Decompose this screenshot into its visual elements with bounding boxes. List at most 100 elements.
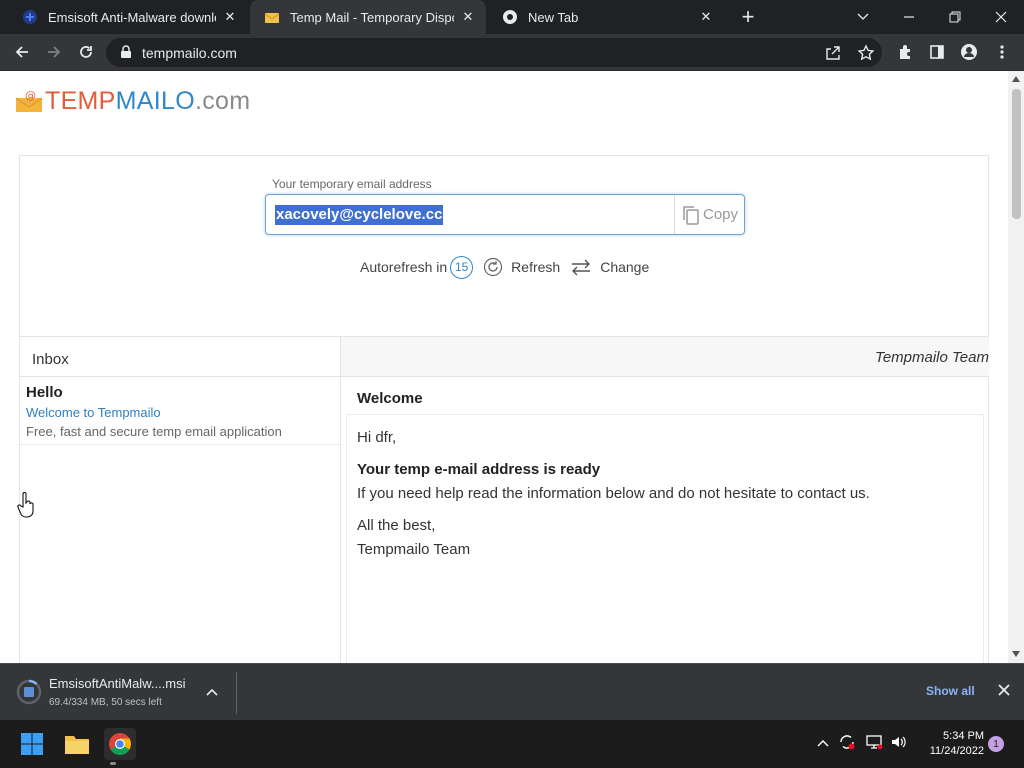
chrome-icon: [502, 9, 518, 25]
copy-icon: [683, 205, 699, 225]
close-icon: [995, 11, 1007, 23]
refresh-icon[interactable]: [483, 257, 503, 277]
chrome-icon: [109, 733, 131, 755]
logo-text-mailo: MAILO: [115, 87, 195, 115]
web-page: @ TEMP MAILO .com Your temporary email add…: [0, 71, 1008, 663]
start-button[interactable]: [16, 728, 48, 760]
windows-taskbar: 5:34 PM 11/24/2022: [0, 720, 1024, 768]
menu-button[interactable]: [988, 38, 1016, 66]
lock-icon[interactable]: [120, 45, 132, 64]
chevron-down-icon: [857, 13, 869, 20]
sender-name: Tempmailo Team: [875, 349, 989, 366]
sync-icon[interactable]: [838, 733, 856, 756]
share-icon[interactable]: [824, 44, 842, 62]
minimize-button[interactable]: [886, 0, 932, 34]
download-progress-icon: [16, 679, 42, 710]
scroll-up-icon[interactable]: [1012, 76, 1020, 82]
tab-title: New Tab: [528, 9, 579, 25]
copy-label: Copy: [702, 206, 739, 223]
chrome-taskbar-button[interactable]: [104, 728, 136, 760]
tempmailo-icon: [264, 9, 280, 25]
close-tab-icon[interactable]: ✕: [222, 9, 238, 25]
profile-button[interactable]: [955, 38, 983, 66]
divider: [236, 672, 237, 714]
puzzle-icon: [900, 45, 910, 59]
folder-icon: [65, 736, 89, 754]
message-from: Hello: [26, 384, 63, 401]
minimize-icon: [904, 16, 914, 18]
restore-icon: [949, 11, 961, 23]
message-subject: Welcome to Tempmailo: [26, 405, 161, 420]
address-bar[interactable]: tempmailo.com: [106, 38, 882, 67]
side-panel-button[interactable]: [923, 38, 951, 66]
message-preview: Free, fast and secure temp email applica…: [26, 424, 282, 439]
selected-address-text: xacovely@cyclelove.cc: [275, 205, 444, 225]
volume-icon[interactable]: [890, 733, 908, 756]
emsisoft-icon: [22, 9, 38, 25]
mailbox-card: Your temporary email address xacovely@cy…: [19, 155, 989, 663]
inbox-header: Inbox: [20, 336, 340, 377]
extensions-button[interactable]: [892, 38, 920, 66]
arrow-right-icon: [48, 46, 61, 58]
url-text: tempmailo.com: [142, 45, 237, 61]
scroll-down-icon[interactable]: [1012, 651, 1020, 657]
avatar-icon: [961, 44, 977, 60]
message-body: Hi dfr, Your temp e-mail address is read…: [346, 414, 984, 663]
column-divider: [340, 377, 341, 663]
copy-button[interactable]: Copy: [674, 195, 745, 234]
page-scrollbar[interactable]: [1008, 71, 1024, 663]
site-logo[interactable]: @ TEMP MAILO .com: [16, 87, 250, 116]
logo-text-com: .com: [194, 87, 251, 115]
address-label: Your temporary email address: [272, 177, 432, 191]
logo-text-temp: TEMP: [45, 87, 116, 115]
tab-tempmail[interactable]: Temp Mail - Temporary Disposable ✕: [250, 0, 486, 34]
autorefresh-label: Autorefresh in: [360, 259, 448, 275]
reload-icon: [80, 46, 92, 58]
tab-new-tab[interactable]: New Tab ✕: [488, 0, 724, 34]
kebab-menu-icon: [1000, 45, 1004, 59]
show-all-button[interactable]: Show all: [926, 684, 975, 698]
autorefresh-counter: 15: [450, 255, 474, 279]
forward-button[interactable]: [40, 38, 68, 66]
message-line: If you need help read the information be…: [357, 485, 870, 502]
scrollbar-thumb[interactable]: [1012, 89, 1021, 219]
close-tab-icon[interactable]: ✕: [460, 9, 476, 25]
swap-icon[interactable]: [570, 258, 592, 276]
clock-time: 5:34 PM: [943, 730, 984, 742]
restore-button[interactable]: [932, 0, 978, 34]
bookmark-star-icon[interactable]: [857, 44, 875, 62]
close-window-button[interactable]: [978, 0, 1024, 34]
change-button[interactable]: Change: [600, 259, 649, 275]
download-filename[interactable]: EmsisoftAntiMalw....msi: [49, 676, 186, 691]
network-icon[interactable]: [865, 733, 883, 756]
chevron-up-icon[interactable]: [205, 684, 219, 702]
inbox-title: Inbox: [32, 351, 69, 368]
hand-cursor-icon: [17, 492, 35, 523]
back-button[interactable]: [8, 38, 36, 66]
close-icon[interactable]: [998, 683, 1010, 701]
tab-title: Emsisoft Anti-Malware download: [48, 9, 216, 25]
tab-search-button[interactable]: [840, 0, 886, 34]
tab-strip: Emsisoft Anti-Malware download ✕ Temp Ma…: [0, 0, 1024, 34]
list-item[interactable]: Hello Welcome to Tempmailo Free, fast an…: [20, 377, 340, 445]
refresh-button[interactable]: Refresh: [511, 259, 560, 275]
file-explorer-button[interactable]: [61, 728, 93, 760]
address-field[interactable]: xacovely@cyclelove.cc Copy: [265, 194, 745, 235]
mail-logo-icon: @: [16, 90, 43, 112]
chevron-up-icon[interactable]: [816, 735, 830, 753]
arrow-left-icon: [15, 46, 28, 58]
close-tab-icon[interactable]: ✕: [698, 9, 714, 25]
active-indicator: [110, 762, 116, 765]
mailbox-controls: Autorefresh in 15 Refresh Change: [360, 255, 649, 279]
reload-button[interactable]: [72, 38, 100, 66]
message-signature: Tempmailo Team: [357, 541, 471, 558]
message-headline: Your temp e-mail address is ready: [357, 461, 601, 478]
system-clock[interactable]: 5:34 PM 11/24/2022: [916, 729, 984, 759]
new-tab-button[interactable]: +: [736, 4, 760, 29]
notification-badge[interactable]: 1: [988, 736, 1004, 752]
clock-date: 11/24/2022: [929, 745, 984, 757]
windows-logo-icon: [21, 733, 43, 755]
browser-toolbar: tempmailo.com: [0, 34, 1024, 71]
tab-emsisoft[interactable]: Emsisoft Anti-Malware download ✕: [8, 0, 248, 34]
message-greeting: Hi dfr,: [357, 429, 397, 446]
